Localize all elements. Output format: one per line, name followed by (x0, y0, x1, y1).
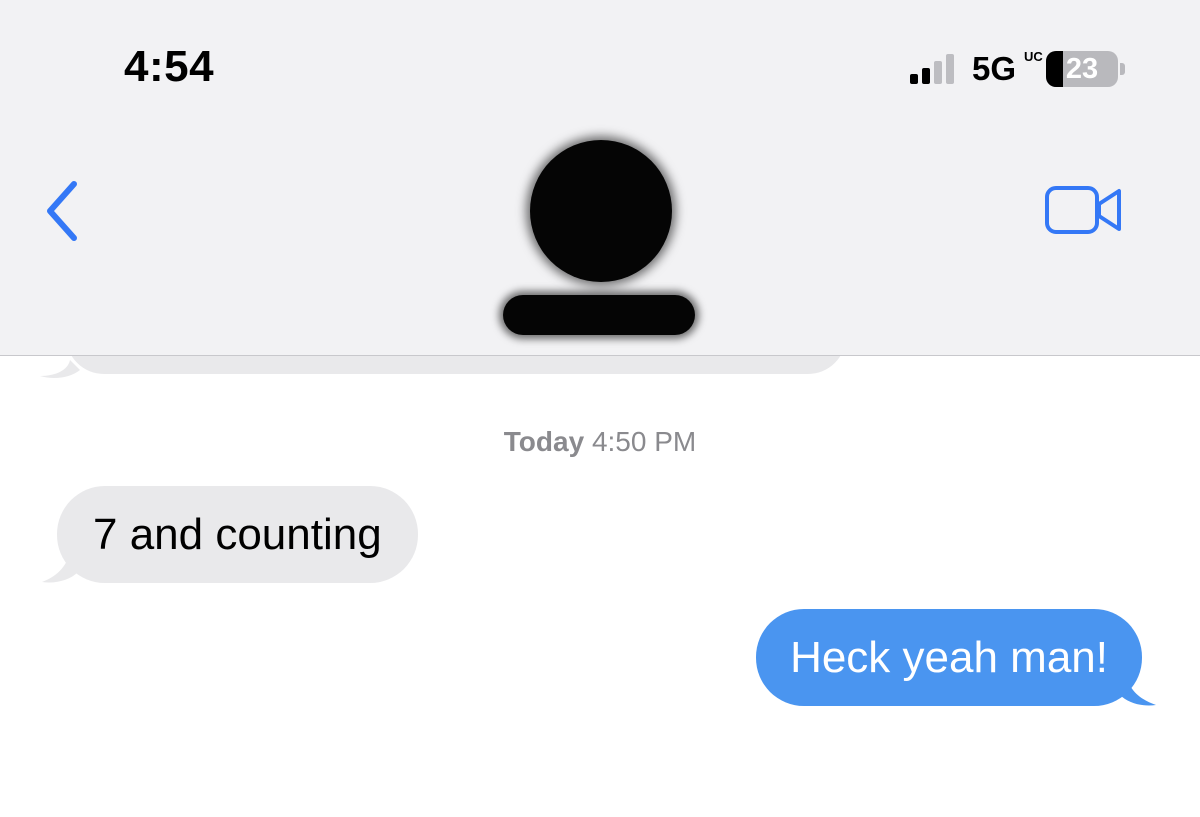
battery-icon: 23 (1046, 51, 1118, 87)
sent-message-bubble[interactable]: Heck yeah man! (756, 609, 1142, 706)
video-camera-icon (1045, 186, 1121, 234)
battery-percentage: 23 (1065, 53, 1099, 85)
status-time: 4:54 (124, 42, 215, 91)
contact-avatar[interactable] (530, 140, 672, 282)
status-bar: 4:54 5G UC 23 (0, 0, 1200, 120)
network-type: 5G (972, 50, 1017, 87)
back-button[interactable] (40, 178, 86, 244)
timestamp-day: Today (503, 426, 585, 457)
conversation-header: 4:54 5G UC 23 (0, 0, 1200, 356)
contact-name[interactable] (503, 295, 695, 335)
message-thread[interactable]: Today 4:50 PM 7 and counting Heck yeah m… (0, 296, 1200, 817)
received-message-bubble[interactable]: 7 and counting (57, 486, 418, 583)
battery-terminal (1120, 63, 1125, 75)
facetime-video-button[interactable] (1044, 184, 1124, 236)
timestamp-time: 4:50 PM (591, 426, 697, 457)
network-type-suffix: UC (1024, 49, 1043, 64)
previous-message-tail (40, 360, 80, 378)
chevron-left-icon (47, 181, 77, 241)
timestamp-divider: Today 4:50 PM (0, 426, 1200, 458)
cellular-signal-icon (910, 54, 954, 84)
